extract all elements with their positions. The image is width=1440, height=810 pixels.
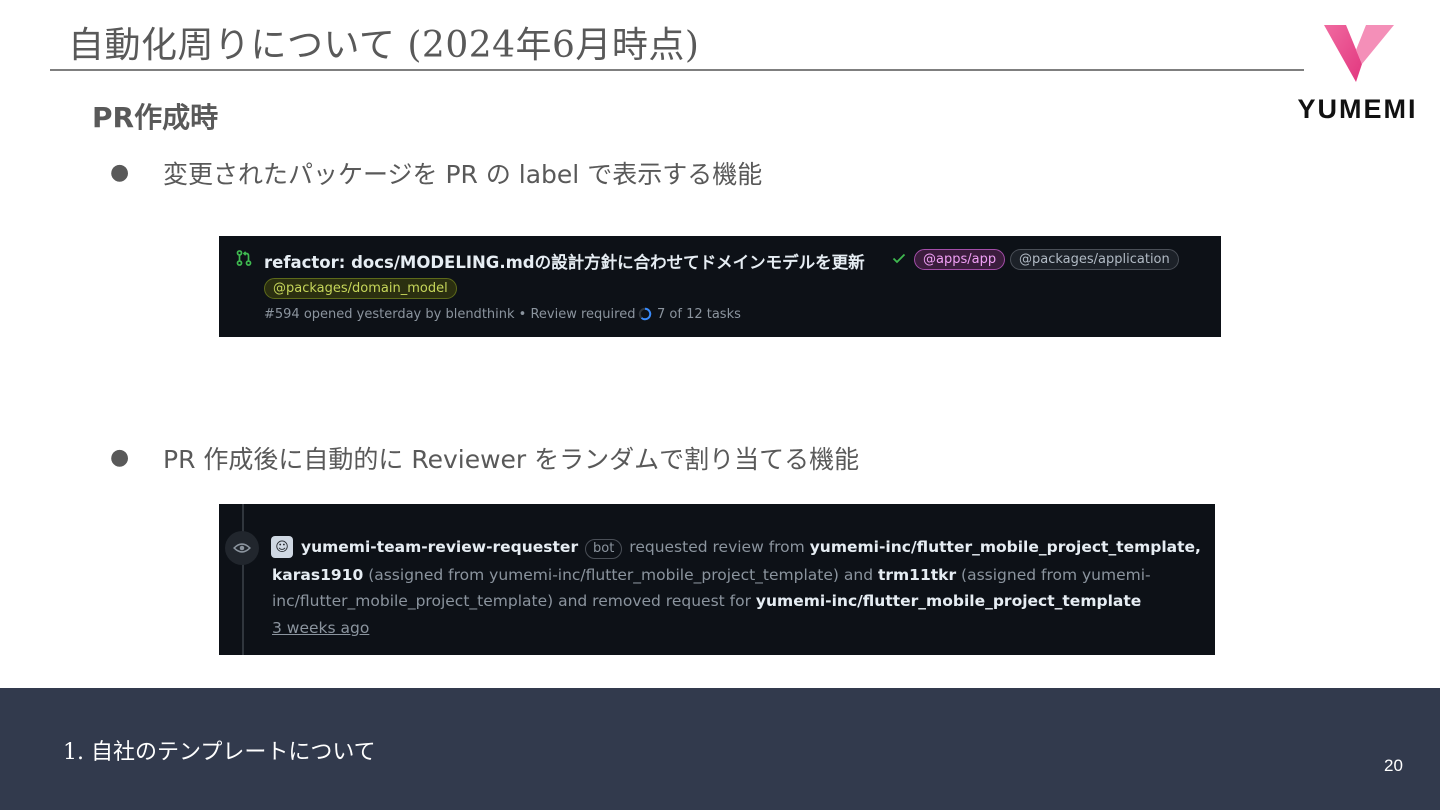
task-progress-text[interactable]: 7 of 12 tasks (657, 307, 741, 322)
title-divider (50, 69, 1304, 71)
bot-badge: bot (585, 539, 623, 559)
actor-link[interactable]: yumemi-team-review-requester (301, 538, 578, 556)
pr-meta: #594 opened yesterday by blendthink • Re… (264, 307, 636, 322)
slide-title: 自動化周りについて (2024年6月時点) (68, 25, 700, 66)
task-progress-icon (638, 307, 652, 321)
bullet-dot-icon: ● (110, 160, 130, 185)
timeline-badge (225, 531, 259, 565)
footer-section-title: 1. 自社のテンプレートについて (63, 740, 376, 765)
pr-title-link[interactable]: refactor: docs/MODELING.mdの設計方針に合わせてドメイン… (264, 249, 865, 273)
pull-request-icon (236, 250, 252, 266)
event-timestamp-link[interactable]: 3 weeks ago (272, 619, 369, 637)
pr-list-screenshot: refactor: docs/MODELING.mdの設計方針に合わせてドメイン… (219, 236, 1221, 337)
page-number: 20 (1384, 756, 1403, 775)
bot-avatar[interactable]: ☺ (271, 536, 293, 558)
logo-wordmark: YUMEMI (1297, 94, 1418, 124)
label-apps-app[interactable]: @apps/app (914, 249, 1006, 270)
timeline-line (242, 504, 244, 655)
yumemi-logo-mark-icon (1324, 25, 1394, 82)
event-text: (assigned from yumemi- (961, 566, 1151, 584)
yumemi-logo: YUMEMI (1290, 20, 1425, 125)
timeline-screenshot: ☺ yumemi-team-review-requester bot reque… (219, 504, 1215, 655)
event-line-1: yumemi-team-review-requester bot request… (301, 538, 1201, 559)
bullet-text-labels: 変更されたパッケージを PR の label で表示する機能 (163, 160, 763, 189)
user-link[interactable]: trm11tkr (878, 566, 956, 584)
eye-icon (233, 543, 251, 553)
label-packages-domain-model[interactable]: @packages/domain_model (264, 278, 457, 299)
bullet-dot-icon: ● (110, 445, 130, 470)
section-heading: PR作成時 (92, 101, 219, 134)
event-line-3: inc/flutter_mobile_project_template) and… (272, 592, 1141, 610)
event-line-2: karas1910 (assigned from yumemi-inc/flut… (272, 566, 1151, 584)
label-packages-application[interactable]: @packages/application (1010, 249, 1179, 270)
bullet-text-reviewer: PR 作成後に自動的に Reviewer をランダムで割り当てる機能 (163, 445, 860, 474)
footer-bar: 1. 自社のテンプレートについて 20 (0, 688, 1440, 810)
event-text: inc/flutter_mobile_project_template) and… (272, 592, 751, 610)
event-text: requested review from (629, 538, 805, 556)
user-link[interactable]: karas1910 (272, 566, 363, 584)
team-link[interactable]: yumemi-inc/flutter_mobile_project_templa… (756, 592, 1141, 610)
event-text: (assigned from yumemi-inc/flutter_mobile… (368, 566, 874, 584)
team-link[interactable]: yumemi-inc/flutter_mobile_project_templa… (810, 538, 1201, 556)
check-icon[interactable] (891, 250, 907, 266)
